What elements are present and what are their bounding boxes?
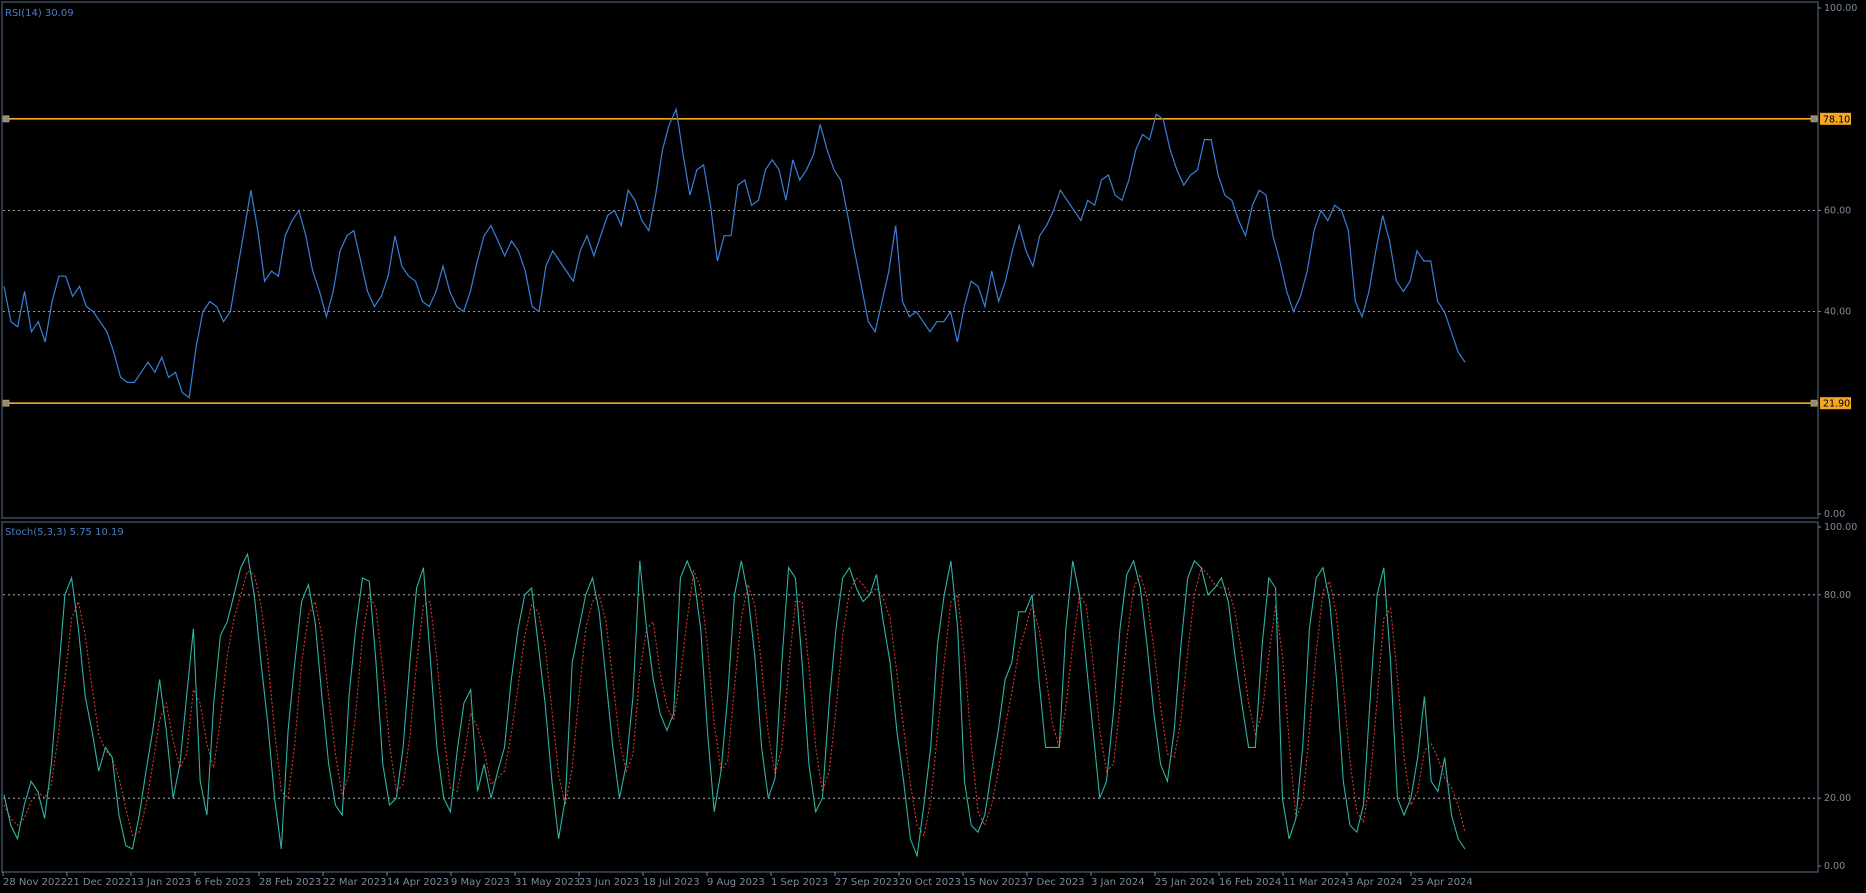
x-tick-label: 3 Jan 2024 [1091, 877, 1145, 888]
x-tick-label: 25 Apr 2024 [1411, 877, 1473, 888]
rsi-lower-band-value: 21.90 [1823, 399, 1850, 410]
stoch-ytick-label: 20.00 [1824, 793, 1851, 804]
chart-background [0, 0, 1866, 893]
rsi-upper-band-handle-right[interactable] [1810, 115, 1818, 123]
rsi-lower-band-handle-right[interactable] [1810, 399, 1818, 407]
x-tick-label: 9 Aug 2023 [707, 877, 765, 888]
x-tick-label: 22 Mar 2023 [323, 877, 386, 888]
x-tick-label: 25 Jan 2024 [1155, 877, 1215, 888]
x-tick-label: 7 Dec 2023 [1027, 877, 1085, 888]
stoch-pane-label: Stoch(5,3,3) 5.75 10.19 [5, 527, 124, 538]
x-tick-label: 23 Jun 2023 [579, 877, 639, 888]
stoch-ytick-label: 80.00 [1824, 590, 1851, 601]
indicator-chart[interactable]: 78.10 21.90 RSI(14) 30.09 100.00 60.00 40.0… [0, 0, 1866, 893]
x-tick-label: 28 Feb 2023 [259, 877, 321, 888]
x-tick-label: 31 May 2023 [515, 877, 580, 888]
rsi-ytick-label: 100.00 [1824, 3, 1857, 14]
x-tick-label: 21 Dec 2022 [67, 877, 131, 888]
x-tick-label: 18 Jul 2023 [643, 877, 700, 888]
x-tick-label: 27 Sep 2023 [835, 877, 898, 888]
stoch-ytick-label: 100.00 [1824, 522, 1857, 533]
x-tick-label: 11 Mar 2024 [1283, 877, 1346, 888]
rsi-lower-band-handle-left[interactable] [2, 399, 10, 407]
rsi-upper-band-handle-left[interactable] [2, 115, 10, 123]
rsi-ytick-label: 0.00 [1824, 509, 1845, 520]
x-tick-label: 6 Feb 2023 [195, 877, 251, 888]
x-tick-label: 1 Sep 2023 [771, 877, 828, 888]
x-tick-label: 9 May 2023 [451, 877, 510, 888]
x-tick-label: 13 Jan 2023 [131, 877, 191, 888]
x-tick-label: 16 Feb 2024 [1219, 877, 1281, 888]
rsi-upper-band-value: 78.10 [1823, 114, 1850, 125]
x-tick-label: 20 Oct 2023 [899, 877, 961, 888]
x-tick-label: 3 Apr 2024 [1347, 877, 1402, 888]
stoch-ytick-label: 0.00 [1824, 861, 1845, 872]
rsi-ytick-label: 40.00 [1824, 307, 1851, 318]
rsi-pane-label: RSI(14) 30.09 [5, 8, 74, 19]
x-tick-label: 14 Apr 2023 [387, 877, 449, 888]
x-tick-label: 15 Nov 2023 [963, 877, 1027, 888]
x-tick-label: 28 Nov 2022 [3, 877, 67, 888]
rsi-ytick-label: 60.00 [1824, 205, 1851, 216]
